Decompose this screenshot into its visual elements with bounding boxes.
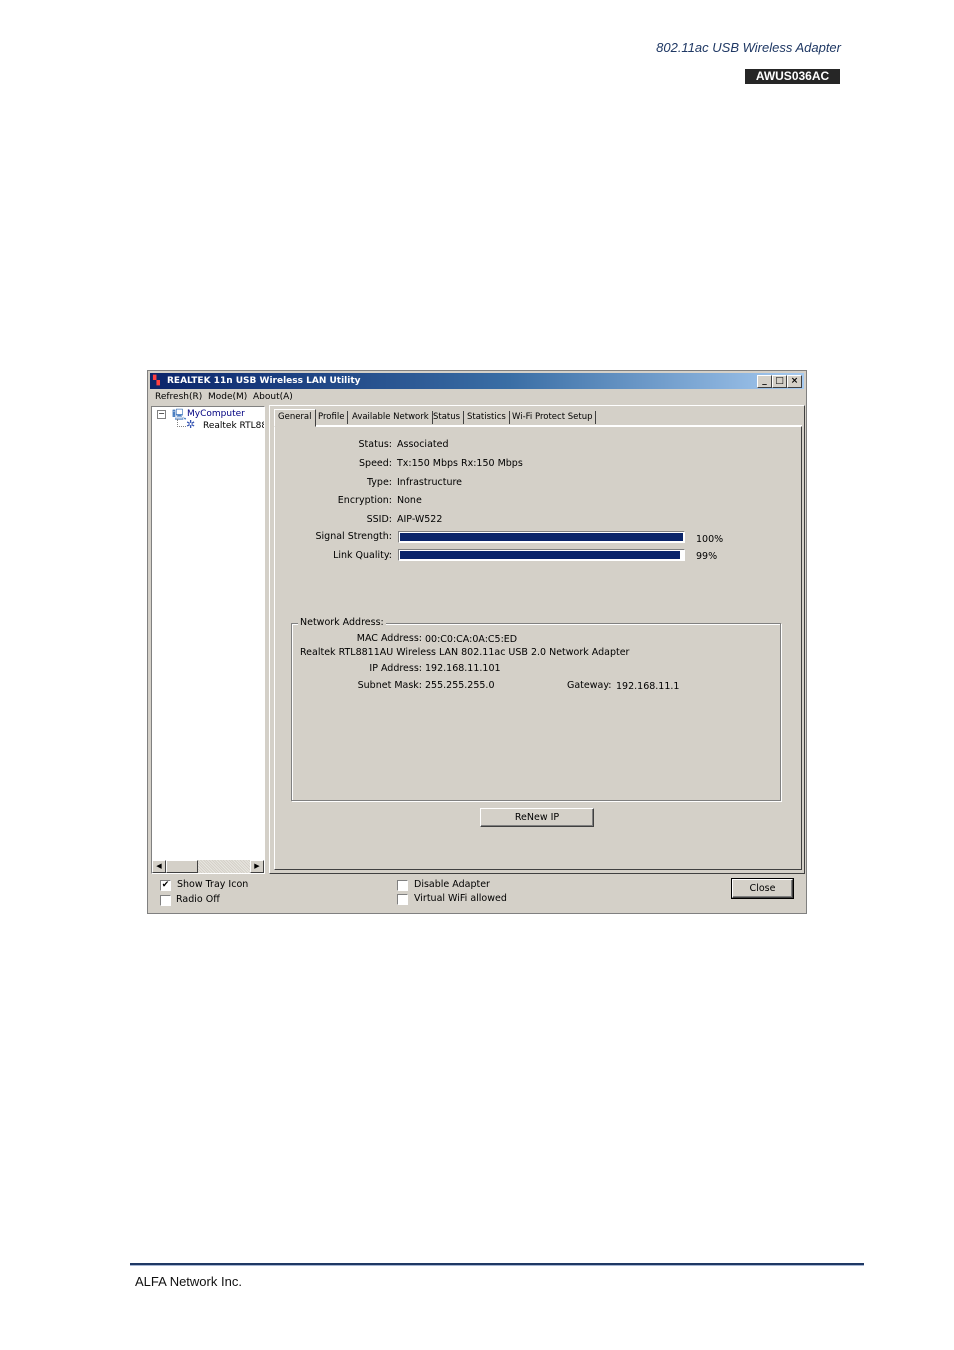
- show-tray-icon-label: Show Tray Icon: [177, 879, 249, 890]
- signal-strength-value: 100%: [696, 534, 724, 545]
- disable-adapter-label: Disable Adapter: [414, 879, 490, 890]
- main-panel: General Profile Available Network Status…: [269, 405, 805, 874]
- scroll-thumb[interactable]: [166, 860, 198, 873]
- subnet-mask-label: Subnet Mask:: [357, 680, 422, 691]
- tab-profile[interactable]: Profile: [315, 411, 349, 424]
- link-quality-value: 99%: [696, 551, 718, 562]
- tree-horizontal-scrollbar[interactable]: ◀ ▶: [152, 860, 264, 873]
- speed-label: Speed:: [359, 458, 392, 469]
- ip-address-value: 192.168.11.101: [425, 663, 501, 674]
- tree-node-mycomputer[interactable]: MyComputer: [187, 409, 245, 419]
- status-value: Associated: [397, 439, 449, 450]
- virtual-wifi-label: Virtual WiFi allowed: [414, 893, 507, 904]
- realtek-app-icon: ▚: [153, 376, 160, 386]
- status-label: Status:: [358, 439, 392, 450]
- tab-wifi-protect-setup[interactable]: Wi-Fi Protect Setup: [509, 411, 597, 424]
- encryption-value: None: [397, 495, 422, 506]
- type-value: Infrastructure: [397, 477, 463, 488]
- document-title: 802.11ac USB Wireless Adapter: [656, 40, 841, 55]
- menu-mode[interactable]: Mode(M): [208, 392, 247, 402]
- tab-general[interactable]: General: [274, 409, 316, 427]
- renew-ip-button[interactable]: ReNew IP: [480, 808, 594, 827]
- mac-address-value: 00:C0:CA:0A:C5:ED: [425, 634, 518, 645]
- footer-divider: [130, 1263, 864, 1266]
- scroll-right-icon[interactable]: ▶: [250, 860, 264, 873]
- network-address-group: Network Address: MAC Address: 00:C0:CA:0…: [291, 617, 781, 801]
- tab-strip: General Profile Available Network Status…: [274, 409, 802, 427]
- ip-address-label: IP Address:: [369, 663, 422, 674]
- tab-available-network[interactable]: Available Network: [349, 411, 433, 424]
- network-adapter-icon: ✲: [186, 418, 196, 431]
- general-tab-content: Status: Associated Speed: Tx:150 Mbps Rx…: [274, 426, 802, 870]
- document-model-badge: AWUS036AC: [745, 69, 840, 84]
- tree-collapse-toggle[interactable]: −: [157, 410, 166, 419]
- gateway-value: 192.168.11.1: [616, 681, 680, 692]
- wireless-utility-window: ▚ REALTEK 11n USB Wireless LAN Utility _…: [147, 370, 807, 914]
- link-quality-fill: [400, 551, 681, 559]
- tab-status[interactable]: Status: [430, 411, 465, 424]
- disable-adapter-checkbox[interactable]: [397, 880, 408, 891]
- subnet-mask-value: 255.255.255.0: [425, 680, 495, 691]
- signal-strength-bar: [398, 531, 685, 543]
- link-quality-bar: [398, 549, 685, 561]
- ssid-label: SSID:: [366, 514, 392, 525]
- adapter-name: Realtek RTL8811AU Wireless LAN 802.11ac …: [300, 647, 630, 658]
- minimize-button[interactable]: _: [757, 375, 772, 388]
- menu-about[interactable]: About(A): [253, 392, 293, 402]
- ssid-value: AIP-W522: [397, 514, 443, 525]
- tree-connector: [177, 419, 186, 427]
- signal-strength-fill: [400, 533, 683, 541]
- radio-off-checkbox[interactable]: [160, 895, 171, 906]
- scroll-left-icon[interactable]: ◀: [152, 860, 166, 873]
- mac-address-label: MAC Address:: [356, 633, 422, 644]
- virtual-wifi-checkbox[interactable]: [397, 894, 408, 905]
- network-address-legend: Network Address:: [298, 617, 386, 628]
- show-tray-icon-checkbox[interactable]: ✔: [160, 880, 171, 891]
- signal-strength-label: Signal Strength:: [315, 531, 393, 542]
- tree-node-adapter[interactable]: Realtek RTL881: [203, 421, 264, 431]
- maximize-button[interactable]: □: [772, 375, 787, 388]
- encryption-label: Encryption:: [337, 495, 392, 506]
- footer-company: ALFA Network Inc.: [135, 1274, 242, 1289]
- device-tree-pane: − 🖳 MyComputer ✲ Realtek RTL881 ◀ ▶: [151, 406, 265, 874]
- window-titlebar[interactable]: ▚ REALTEK 11n USB Wireless LAN Utility _…: [150, 373, 804, 389]
- close-button[interactable]: Close: [731, 878, 794, 899]
- tab-statistics[interactable]: Statistics: [464, 411, 510, 424]
- close-window-button[interactable]: ×: [787, 375, 802, 388]
- gateway-label: Gateway:: [567, 680, 612, 691]
- speed-value: Tx:150 Mbps Rx:150 Mbps: [397, 458, 523, 469]
- link-quality-label: Link Quality:: [333, 550, 392, 561]
- window-title: REALTEK 11n USB Wireless LAN Utility: [167, 376, 361, 386]
- radio-off-label: Radio Off: [176, 894, 220, 905]
- menu-bar: Refresh(R) Mode(M) About(A): [150, 390, 804, 405]
- menu-refresh[interactable]: Refresh(R): [155, 392, 202, 402]
- type-label: Type:: [366, 477, 392, 488]
